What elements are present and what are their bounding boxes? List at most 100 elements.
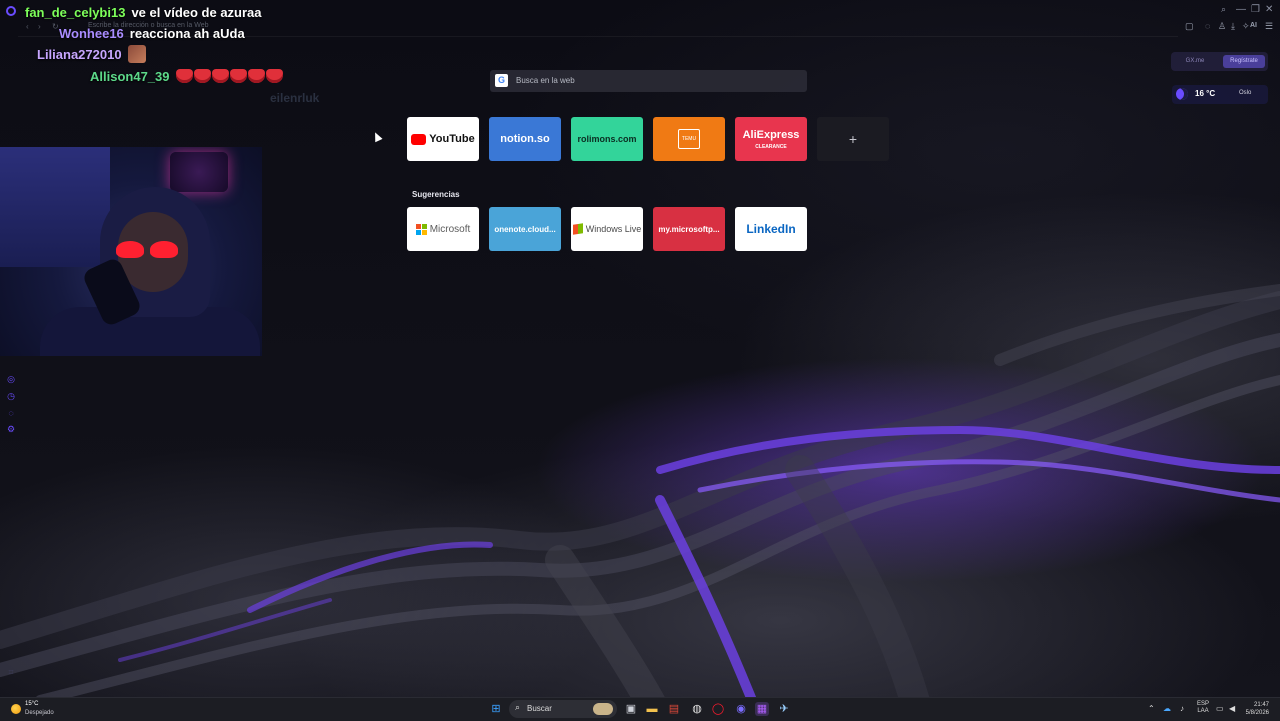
date: 5/8/2026 <box>1245 710 1269 716</box>
webcam-overlay <box>0 147 262 356</box>
windows-icon <box>572 223 583 235</box>
opera-logo-icon[interactable] <box>6 6 16 16</box>
heart-icon <box>211 69 229 83</box>
onedrive-icon[interactable]: ☁ <box>1163 704 1171 713</box>
temu-logo: TEMU <box>678 129 700 149</box>
tile-label: onenote.cloud... <box>494 224 556 234</box>
bookmark-icon[interactable]: ▢ <box>1185 21 1194 32</box>
settings-icon[interactable]: ⚙ <box>6 424 16 434</box>
chat-text: reacciona ah aUda <box>129 25 245 41</box>
language-indicator[interactable]: ESP LAA <box>1197 701 1209 715</box>
tile-label: notion.so <box>500 133 550 145</box>
app-grid-icon[interactable]: ▦ <box>755 702 769 716</box>
suggestion-microsoft[interactable]: Microsoft <box>407 207 479 251</box>
chrome-like-icon[interactable]: ◍ <box>690 702 704 716</box>
weather-temp: 16 °C <box>1195 89 1216 98</box>
file-explorer-icon[interactable]: ▬ <box>645 702 659 716</box>
keyboard-layout: LAA <box>1197 708 1209 714</box>
chat-username: Wonhee16 <box>59 25 124 41</box>
microphone-icon[interactable]: ♪ <box>1180 704 1184 713</box>
emote-image <box>127 45 146 63</box>
history-icon[interactable]: ◷ <box>6 391 16 401</box>
speed-dial-rolimons[interactable]: rolimons.com <box>571 117 643 161</box>
register-button[interactable]: Regístrate <box>1223 55 1265 68</box>
reload-icon[interactable]: ↻ <box>52 22 59 31</box>
network-icon[interactable]: ▭ <box>1216 704 1224 713</box>
heart-icon <box>247 69 265 83</box>
speed-dial-aliexpress[interactable]: AliExpress CLEARANCE <box>735 117 807 161</box>
clock[interactable]: 21:47 5/8/2026 <box>1243 701 1269 717</box>
forward-icon[interactable]: › <box>38 22 41 31</box>
opera-icon[interactable]: ◯ <box>711 702 725 716</box>
add-site-button[interactable]: + <box>817 117 889 161</box>
minimize-icon[interactable]: — <box>1236 4 1246 15</box>
heart-icon <box>175 69 193 83</box>
search-icon: ⌕ <box>515 702 521 712</box>
wallpaper-wave <box>0 284 1280 720</box>
chat-username: Liliana272010 <box>37 46 122 62</box>
discord-icon[interactable]: ◉ <box>734 702 748 716</box>
messenger-icon[interactable]: ◌ <box>1205 21 1210 31</box>
task-view-icon[interactable]: ▣ <box>624 702 638 716</box>
tray-expand-icon[interactable]: ⌃ <box>1148 704 1155 713</box>
heart-icon <box>265 69 283 83</box>
heart-glasses <box>116 241 180 259</box>
chat-text: ve el vídeo de azuraa <box>131 4 262 20</box>
volume-icon[interactable]: ◀ <box>1229 704 1235 713</box>
suggestion-onenote[interactable]: onenote.cloud... <box>489 207 561 251</box>
tile-label: Microsoft <box>429 223 471 235</box>
time: 21:47 <box>1253 702 1269 708</box>
gx-me-link[interactable]: GX.me <box>1177 55 1213 68</box>
taskbar-search[interactable]: ⌕ Buscar <box>509 700 617 718</box>
gx-widget: GX.me Regístrate <box>1171 52 1268 71</box>
speed-dial-notion[interactable]: notion.so <box>489 117 561 161</box>
suggestion-my-microsoft[interactable]: my.microsoftp... <box>653 207 725 251</box>
chat-username: fan_de_celybi13 <box>25 4 126 20</box>
heart-emotes <box>175 69 283 83</box>
moon-icon <box>1176 88 1188 100</box>
microsoft-icon <box>415 223 427 235</box>
suggestion-linkedin[interactable]: LinkedIn <box>735 207 807 251</box>
ai-icon[interactable]: ✧ <box>1242 21 1250 32</box>
tile-sublabel: CLEARANCE <box>755 143 787 150</box>
faded-chat-text: eilenrluk <box>270 91 320 105</box>
player-icon[interactable]: ◎ <box>6 374 16 384</box>
speed-dial-temu[interactable]: TEMU <box>653 117 725 161</box>
chat-message: Wonhee16 reacciona ah aUda <box>59 24 245 42</box>
search-highlight-icon <box>593 703 613 715</box>
speed-dial-youtube[interactable]: YouTube <box>407 117 479 161</box>
start-icon[interactable]: ⊞ <box>489 702 503 716</box>
app-icon-red[interactable]: ▤ <box>667 702 681 716</box>
tile-label: rolimons.com <box>577 134 637 144</box>
chat-icon[interactable]: ◌ <box>6 408 16 418</box>
heart-icon <box>229 69 247 83</box>
back-icon[interactable]: ‹ <box>26 22 29 31</box>
search-tabs-icon[interactable]: ⌕ <box>1221 4 1226 15</box>
taskbar-condition: Despejado <box>25 710 54 716</box>
ai-label[interactable]: AI <box>1250 22 1257 29</box>
weather-sun-icon[interactable] <box>11 704 21 714</box>
tile-label: LinkedIn <box>746 222 796 236</box>
search-bar[interactable]: G Busca en la web <box>490 70 807 92</box>
close-icon[interactable]: ✕ <box>1265 4 1273 15</box>
wallet-icon[interactable]: ♙ <box>1218 21 1226 32</box>
chat-message: Liliana272010 <box>37 45 146 63</box>
suggestion-windows-live[interactable]: Windows Live <box>571 207 643 251</box>
download-icon[interactable]: ⤓ <box>1231 21 1235 32</box>
taskbar: 15°C Despejado ⊞ ⌕ Buscar ▣ ▬ ▤ ◍ ◯ ◉ ▦ … <box>0 697 1280 721</box>
plus-icon: + <box>848 131 858 147</box>
steam-icon[interactable]: ✈ <box>777 702 791 716</box>
menu-icon[interactable]: ☰ <box>1265 21 1273 32</box>
google-icon: G <box>495 74 508 87</box>
taskbar-temp: 15°C <box>25 701 39 707</box>
chat-message: Allison47_39 <box>90 67 283 85</box>
youtube-icon <box>411 133 427 145</box>
weather-widget[interactable]: 16 °C Oslo <box>1172 85 1268 104</box>
taskbar-search-label: Buscar <box>527 704 552 713</box>
tile-label: Windows Live <box>585 224 642 234</box>
maximize-icon[interactable]: ❐ <box>1251 4 1260 15</box>
neon-sign <box>170 152 228 192</box>
cam-background <box>0 147 110 267</box>
chat-message: fan_de_celybi13 ve el vídeo de azuraa <box>25 3 262 21</box>
sidebar-bottom-icon[interactable]: ⌗ <box>6 667 16 677</box>
